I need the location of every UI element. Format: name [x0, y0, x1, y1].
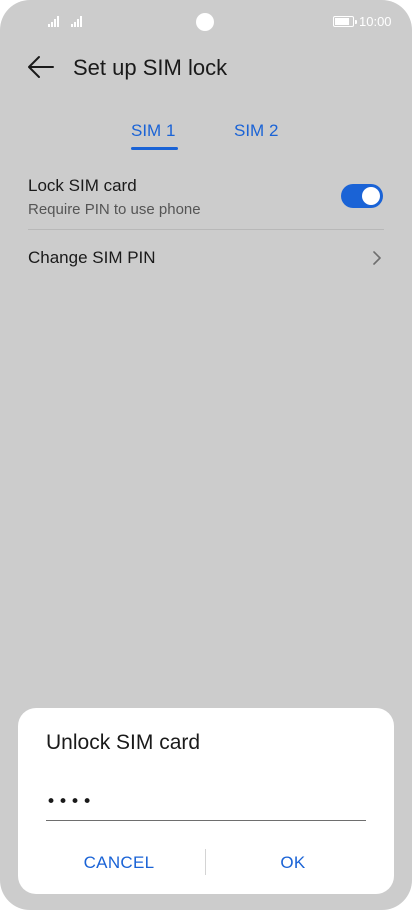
signal-icon: [48, 16, 61, 27]
phone-screen: 10:00 Set up SIM lock SIM 1 SIM 2 Lock S…: [0, 0, 412, 910]
status-time: 10:00: [359, 14, 392, 29]
camera-cutout: [196, 13, 214, 31]
arrow-left-icon: [28, 56, 54, 78]
tab-sim-1[interactable]: SIM 1: [131, 120, 175, 142]
cancel-button[interactable]: CANCEL: [36, 846, 202, 880]
pin-input[interactable]: [46, 784, 366, 820]
change-sim-pin-label: Change SIM PIN: [28, 248, 156, 267]
signal-icon: [71, 16, 84, 27]
battery-icon: [333, 16, 357, 27]
button-separator: [205, 849, 206, 875]
tab-sim-2[interactable]: SIM 2: [234, 120, 278, 142]
back-button[interactable]: [24, 52, 58, 82]
divider: [28, 229, 384, 230]
lock-sim-card-subtitle: Require PIN to use phone: [28, 201, 201, 218]
status-bar: 10:00: [0, 0, 412, 44]
chevron-right-icon: [373, 251, 381, 265]
battery-level: [335, 18, 349, 25]
input-underline: [46, 820, 366, 821]
dialog-title: Unlock SIM card: [46, 731, 201, 754]
toggle-knob: [362, 187, 380, 205]
unlock-sim-dialog: Unlock SIM card CANCEL OK: [18, 708, 394, 894]
ok-button[interactable]: OK: [210, 846, 376, 880]
page-title: Set up SIM lock: [73, 55, 228, 80]
lock-sim-card-toggle[interactable]: [341, 184, 383, 208]
lock-sim-card-title: Lock SIM card: [28, 176, 137, 195]
selected-tab-indicator: [131, 147, 178, 150]
change-sim-pin-row[interactable]: Change SIM PIN: [0, 232, 412, 284]
lock-sim-card-row[interactable]: Lock SIM card Require PIN to use phone: [0, 168, 412, 228]
